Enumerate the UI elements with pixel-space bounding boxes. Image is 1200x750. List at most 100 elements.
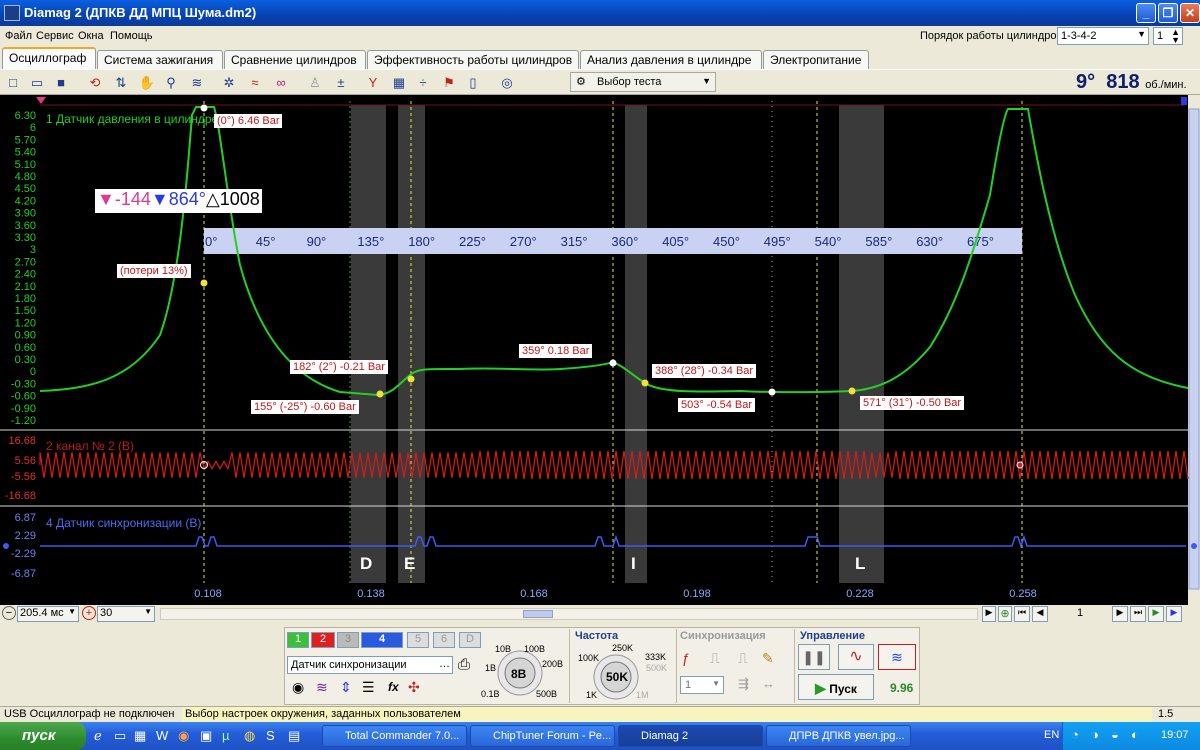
start-button[interactable]: пуск	[0, 722, 86, 750]
timebase-select[interactable]: 205.4 мс ▼	[17, 606, 79, 622]
waves-icon[interactable]: ≋	[188, 74, 206, 92]
signal-magenta-icon[interactable]: ∞	[272, 74, 290, 92]
point-182deg[interactable]	[407, 375, 415, 383]
sync-channel-select[interactable]: 1 ▼	[680, 676, 724, 694]
sensor-name-field[interactable]: Датчик синхронизации…	[287, 656, 453, 674]
auto-icon[interactable]: ◎	[498, 74, 516, 92]
zoom-select[interactable]: 30 ▼	[97, 606, 155, 622]
cross-icon[interactable]: ✣	[408, 679, 420, 696]
point-155deg[interactable]	[376, 390, 384, 398]
updown-icon[interactable]: ⇕	[340, 679, 352, 696]
restore-button[interactable]: ❐	[1158, 3, 1178, 23]
shift-icon[interactable]: ↔	[762, 676, 775, 691]
point-571deg[interactable]	[848, 387, 856, 395]
ch4-level-marker[interactable]	[3, 543, 9, 549]
menu-service[interactable]: Сервис	[36, 30, 74, 42]
next-page-icon[interactable]: ▶	[1112, 606, 1128, 622]
lang-indicator[interactable]: EN	[1044, 729, 1059, 741]
page-icon[interactable]: ▯	[464, 74, 482, 92]
pencil-icon[interactable]: ✎	[762, 650, 774, 667]
horizontal-scrollbar[interactable]	[160, 608, 978, 620]
quicklaunch-desktop-icon[interactable]: ▭	[114, 728, 126, 744]
tab-cylinder-efficiency[interactable]: Эффективность работы цилиндров	[367, 50, 579, 69]
pulse-down-icon[interactable]: ⎍	[738, 650, 748, 667]
horizontal-scroll-thumb[interactable]	[523, 610, 553, 618]
tray-icon-3[interactable]: ◒	[1111, 727, 1119, 742]
eye-icon[interactable]: ◉	[292, 679, 304, 696]
quicklaunch-firefox-icon[interactable]: ◉	[178, 728, 189, 744]
quicklaunch-word-icon[interactable]: W	[156, 728, 168, 743]
play-icon[interactable]: ▶	[1148, 606, 1164, 622]
scroll-thumb[interactable]	[1188, 108, 1200, 590]
task-image[interactable]: ДПРВ ДПКВ увел.jpg...	[766, 725, 911, 747]
tab-cylinder-compare[interactable]: Сравнение цилиндров	[224, 50, 366, 69]
flag-icon[interactable]: ⚑	[440, 74, 458, 92]
menu-file[interactable]: Файл	[5, 30, 32, 42]
split-icon[interactable]: ÷	[414, 74, 432, 92]
prev-page-icon[interactable]: ◀	[1032, 606, 1048, 622]
zoom-out-icon[interactable]: −	[2, 606, 16, 620]
wave-icon[interactable]: ≋	[316, 679, 328, 696]
fx-icon[interactable]: fx	[388, 680, 399, 694]
channel-button-d[interactable]: D	[459, 632, 481, 648]
task-chiptuner[interactable]: ChipTuner Forum - Pe...	[470, 725, 615, 747]
trigger-marker-icon[interactable]	[36, 97, 46, 104]
tray-icon-4[interactable]: ◐	[1131, 727, 1139, 742]
menu-help[interactable]: Помощь	[110, 30, 153, 42]
tab-oscilloscope[interactable]: Осциллограф	[2, 47, 96, 69]
channel-button-1[interactable]: 1	[287, 632, 309, 648]
channel-button-5[interactable]: 5	[407, 632, 429, 648]
add-icon[interactable]: ⊕	[998, 606, 1012, 622]
tab-pressure-analysis[interactable]: Анализ давления в цилиндре	[580, 50, 762, 69]
first-page-icon[interactable]: ⏮	[1014, 606, 1030, 622]
oscilloscope-view[interactable]: 0° 45° 90° 135° 180° 225° 270° 315° 360° 405° 450°…	[0, 95, 1200, 605]
channel-button-2[interactable]: 2	[311, 632, 335, 648]
point-359deg[interactable]	[609, 359, 617, 367]
grid-icon[interactable]: ▦	[390, 74, 408, 92]
last-page-icon[interactable]: ⏭	[1130, 606, 1146, 622]
menu-windows[interactable]: Окна	[78, 30, 104, 42]
quicklaunch-chrome-icon[interactable]: ◍	[244, 728, 255, 744]
bell-icon[interactable]: ♙	[306, 74, 324, 92]
rising-edge-icon[interactable]: ƒ	[682, 650, 690, 666]
channel-button-4[interactable]: 4	[361, 632, 403, 648]
start-button[interactable]: ▶ Пуск	[798, 674, 874, 700]
hand-tool-icon[interactable]: ✋	[138, 74, 156, 92]
filter-icon[interactable]: Y	[364, 74, 382, 92]
quicklaunch-misc-icon[interactable]: ▤	[288, 728, 300, 744]
cylinder-spinner[interactable]: 1 ▲ ▼	[1153, 27, 1183, 45]
save-icon[interactable]: ■	[52, 74, 70, 92]
cursor-tool-icon[interactable]: ⇅	[112, 74, 130, 92]
loop-icon[interactable]: ⟲	[86, 74, 104, 92]
channel-button-6[interactable]: 6	[433, 632, 455, 648]
right-marker-icon[interactable]	[1181, 97, 1187, 105]
quicklaunch-app-icon[interactable]: ▣	[200, 728, 212, 744]
minimize-button[interactable]: _	[1136, 3, 1156, 23]
channel-button-3[interactable]: 3	[337, 632, 359, 648]
tray-icon-1[interactable]: ◔	[1071, 727, 1079, 742]
quicklaunch-excel-icon[interactable]: ▦	[134, 728, 146, 744]
zoom-in-icon[interactable]: +	[82, 606, 96, 620]
tab-ignition[interactable]: Система зажигания	[97, 50, 223, 69]
ch2-point-right[interactable]	[1016, 461, 1024, 469]
test-select[interactable]: ⚙ Выбор теста ▼	[570, 72, 716, 92]
signal-red-icon[interactable]: ≈	[246, 74, 264, 92]
nav-play-icon[interactable]: ▶	[982, 606, 996, 622]
quicklaunch-utorrent-icon[interactable]: µ	[222, 728, 230, 743]
noise-wave-button[interactable]: ≋	[878, 644, 916, 670]
level-icon[interactable]: ⇶	[738, 676, 749, 692]
zoom-icon[interactable]: ⚲	[162, 74, 180, 92]
pulse-up-icon[interactable]: ⎍	[710, 650, 720, 667]
close-button[interactable]: ✕	[1180, 3, 1200, 23]
open-folder-icon[interactable]: ▭	[28, 74, 46, 92]
point-0deg[interactable]	[200, 104, 208, 112]
pause-button[interactable]: ❚❚	[798, 644, 830, 670]
play-blue-icon[interactable]: ▶	[1166, 606, 1182, 622]
quicklaunch-ie-icon[interactable]: ℯ	[94, 728, 102, 744]
point-loss[interactable]	[200, 279, 208, 287]
quicklaunch-skype-icon[interactable]: S	[266, 728, 275, 743]
sine-wave-button[interactable]: ∿	[838, 644, 874, 670]
overlay-icon[interactable]: ✲	[220, 74, 238, 92]
new-file-icon[interactable]: □	[4, 74, 22, 92]
point-503deg[interactable]	[768, 388, 776, 396]
